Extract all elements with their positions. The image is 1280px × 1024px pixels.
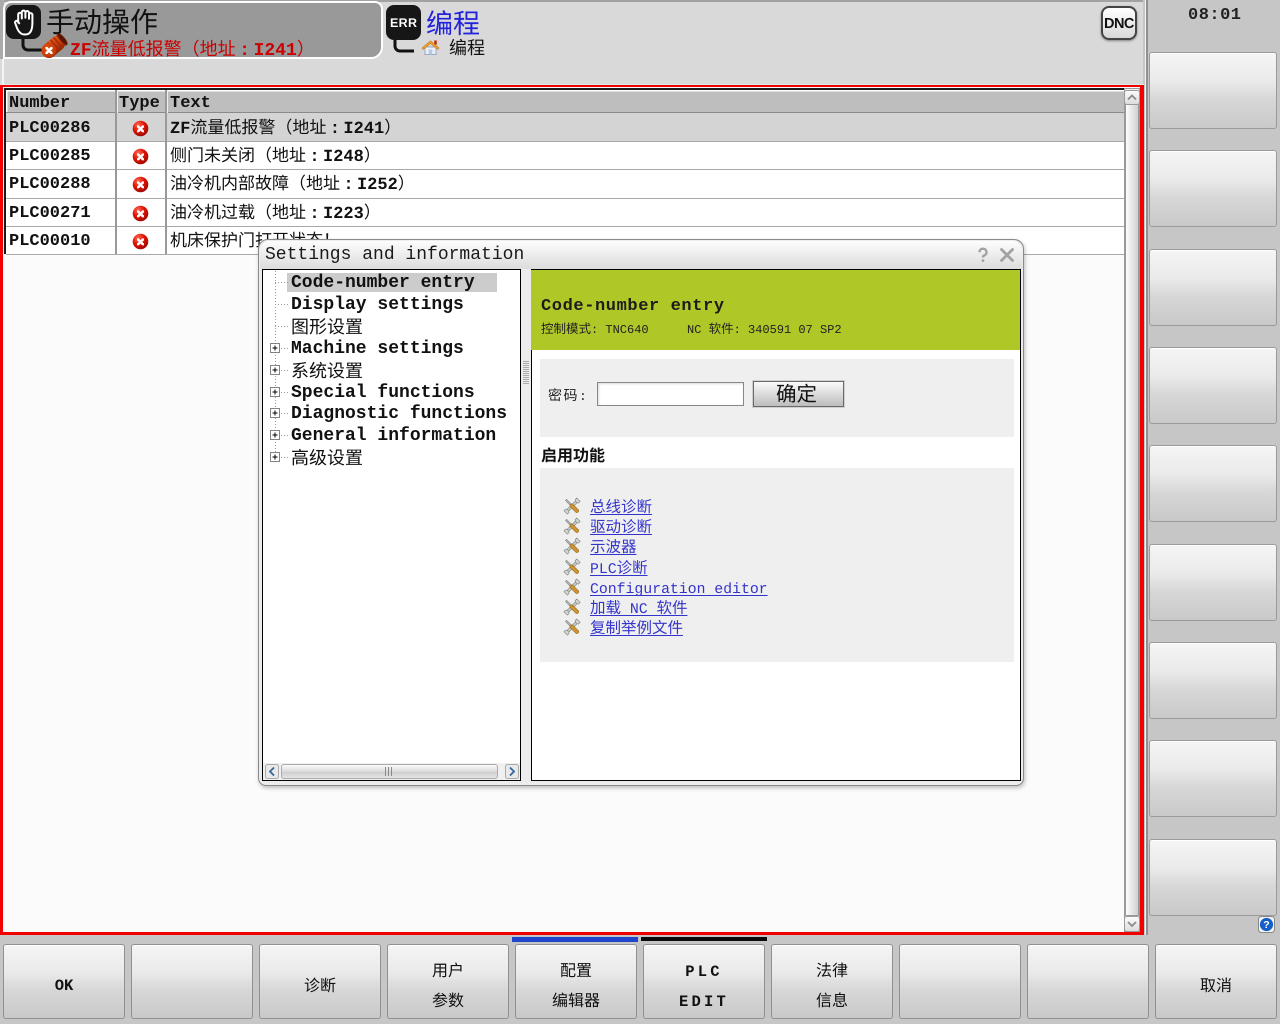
svg-text:?: ? [1263,919,1269,931]
